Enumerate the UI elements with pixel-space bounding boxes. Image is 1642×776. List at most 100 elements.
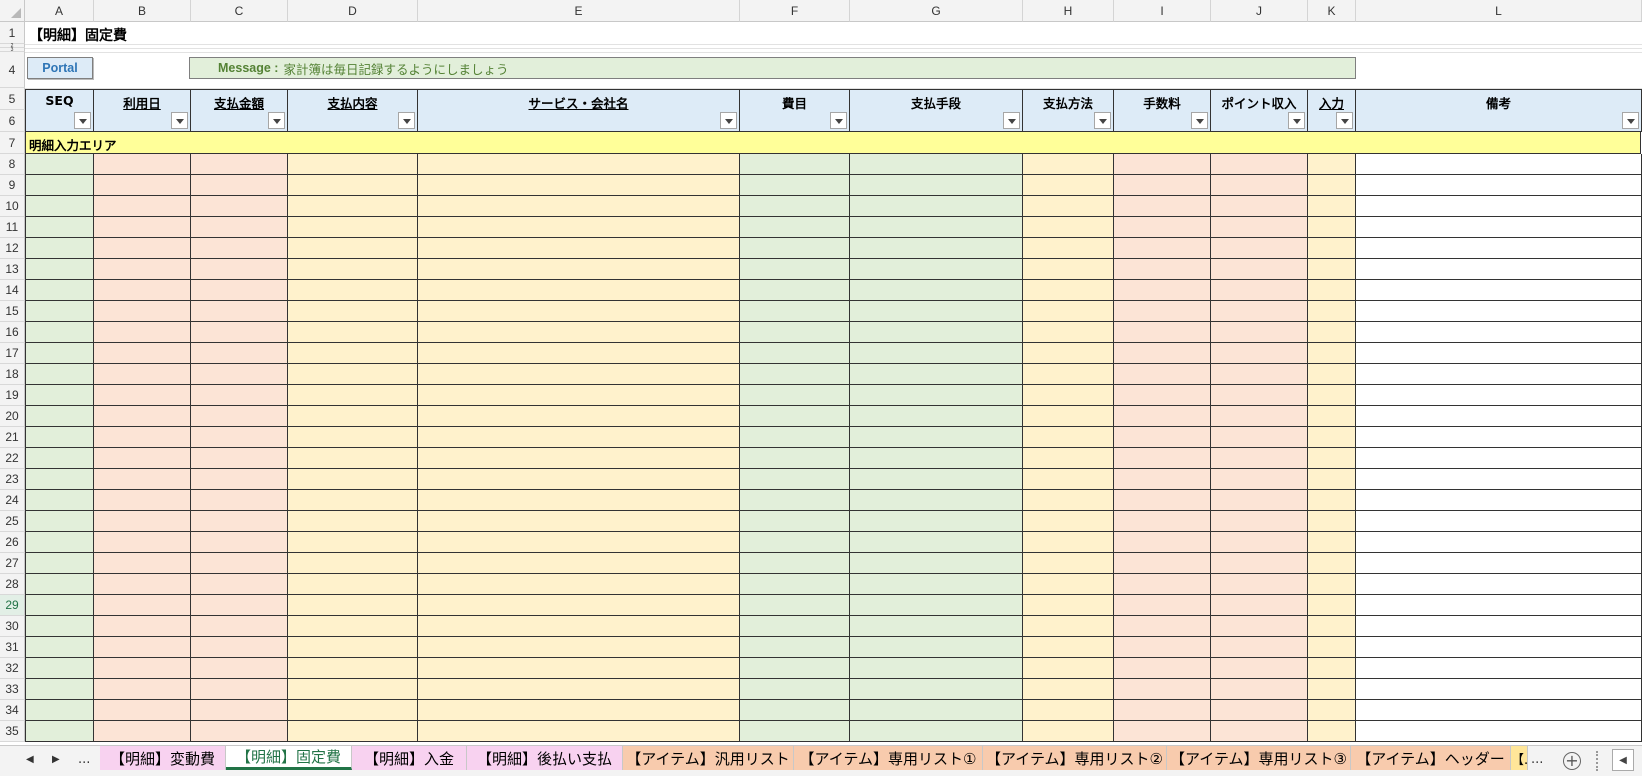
table-cell[interactable] [740, 595, 850, 616]
table-cell[interactable] [740, 301, 850, 322]
table-cell[interactable] [288, 427, 418, 448]
table-cell[interactable] [1356, 322, 1642, 343]
table-cell[interactable] [1356, 553, 1642, 574]
row-header-18[interactable]: 18 [0, 364, 25, 385]
table-cell[interactable] [25, 406, 94, 427]
table-cell[interactable] [418, 175, 740, 196]
column-header-b[interactable]: B [94, 0, 191, 22]
table-cell[interactable] [94, 196, 191, 217]
table-cell[interactable] [418, 532, 740, 553]
table-cell[interactable] [1114, 553, 1211, 574]
table-cell[interactable] [1114, 406, 1211, 427]
table-cell[interactable] [850, 721, 1023, 742]
table-cell[interactable] [740, 490, 850, 511]
table-cell[interactable] [25, 364, 94, 385]
table-cell[interactable] [1308, 490, 1356, 511]
table-cell[interactable] [418, 259, 740, 280]
table-cell[interactable] [25, 616, 94, 637]
row-header-23[interactable]: 23 [0, 469, 25, 490]
table-cell[interactable] [418, 301, 740, 322]
table-cell[interactable] [191, 679, 288, 700]
table-cell[interactable] [1023, 490, 1114, 511]
table-cell[interactable] [850, 574, 1023, 595]
table-cell[interactable] [1308, 301, 1356, 322]
row-header-8[interactable]: 8 [0, 154, 25, 175]
row-header-33[interactable]: 33 [0, 679, 25, 700]
filter-dropdown-icon[interactable] [1622, 112, 1639, 129]
table-cell[interactable] [25, 532, 94, 553]
table-cell[interactable] [1114, 427, 1211, 448]
table-cell[interactable] [1211, 721, 1308, 742]
table-cell[interactable] [1211, 679, 1308, 700]
row-header-14[interactable]: 14 [0, 280, 25, 301]
filter-dropdown-icon[interactable] [1094, 112, 1111, 129]
table-cell[interactable] [1211, 616, 1308, 637]
table-cell[interactable] [418, 448, 740, 469]
table-cell[interactable] [94, 364, 191, 385]
table-cell[interactable] [850, 532, 1023, 553]
table-cell[interactable] [1023, 637, 1114, 658]
table-cell[interactable] [1356, 679, 1642, 700]
table-cell[interactable] [740, 616, 850, 637]
filter-dropdown-icon[interactable] [398, 112, 415, 129]
table-cell[interactable] [850, 553, 1023, 574]
table-cell[interactable] [1114, 175, 1211, 196]
table-cell[interactable] [94, 511, 191, 532]
table-cell[interactable] [1023, 700, 1114, 721]
table-cell[interactable] [25, 574, 94, 595]
table-cell[interactable] [1356, 469, 1642, 490]
table-cell[interactable] [740, 259, 850, 280]
table-cell[interactable] [1356, 175, 1642, 196]
table-cell[interactable] [288, 637, 418, 658]
table-cell[interactable] [288, 196, 418, 217]
table-cell[interactable] [1356, 343, 1642, 364]
table-cell[interactable] [94, 385, 191, 406]
table-cell[interactable] [1211, 448, 1308, 469]
table-cell[interactable] [1356, 490, 1642, 511]
table-cell[interactable] [288, 322, 418, 343]
sheet-tab[interactable]: 【アイテム】ヘッダー [1351, 746, 1511, 770]
table-cell[interactable] [1114, 658, 1211, 679]
table-cell[interactable] [1211, 637, 1308, 658]
plus-circle-icon[interactable]: + [1563, 752, 1581, 770]
table-cell[interactable] [1023, 679, 1114, 700]
table-cell[interactable] [1211, 259, 1308, 280]
table-cell[interactable] [288, 154, 418, 175]
table-cell[interactable] [94, 280, 191, 301]
table-cell[interactable] [418, 679, 740, 700]
column-header-d[interactable]: D [288, 0, 418, 22]
table-cell[interactable] [1114, 511, 1211, 532]
table-cell[interactable] [1211, 469, 1308, 490]
table-header-cell[interactable]: 備考 [1356, 89, 1642, 132]
table-cell[interactable] [94, 259, 191, 280]
row-header-28[interactable]: 28 [0, 574, 25, 595]
table-cell[interactable] [288, 658, 418, 679]
row-header-11[interactable]: 11 [0, 217, 25, 238]
table-header-cell[interactable]: サービス・会社名 [418, 89, 740, 132]
table-cell[interactable] [1023, 616, 1114, 637]
table-cell[interactable] [740, 238, 850, 259]
table-cell[interactable] [850, 469, 1023, 490]
column-header-c[interactable]: C [191, 0, 288, 22]
table-header-cell[interactable]: 支払内容 [288, 89, 418, 132]
table-cell[interactable] [191, 637, 288, 658]
table-cell[interactable] [1023, 385, 1114, 406]
table-cell[interactable] [1308, 322, 1356, 343]
input-area-band[interactable]: 明細入力エリア [25, 132, 1641, 154]
row-header-13[interactable]: 13 [0, 259, 25, 280]
table-cell[interactable] [1211, 322, 1308, 343]
table-cell[interactable] [25, 301, 94, 322]
row-header-22[interactable]: 22 [0, 448, 25, 469]
table-cell[interactable] [25, 448, 94, 469]
table-cell[interactable] [1211, 238, 1308, 259]
table-cell[interactable] [1114, 238, 1211, 259]
row-header-31[interactable]: 31 [0, 637, 25, 658]
table-cell[interactable] [740, 511, 850, 532]
table-cell[interactable] [850, 154, 1023, 175]
table-cell[interactable] [94, 490, 191, 511]
column-header-h[interactable]: H [1023, 0, 1114, 22]
table-cell[interactable] [94, 301, 191, 322]
more-tabs-right[interactable]: ... [1531, 752, 1543, 767]
table-cell[interactable] [850, 175, 1023, 196]
table-cell[interactable] [288, 700, 418, 721]
